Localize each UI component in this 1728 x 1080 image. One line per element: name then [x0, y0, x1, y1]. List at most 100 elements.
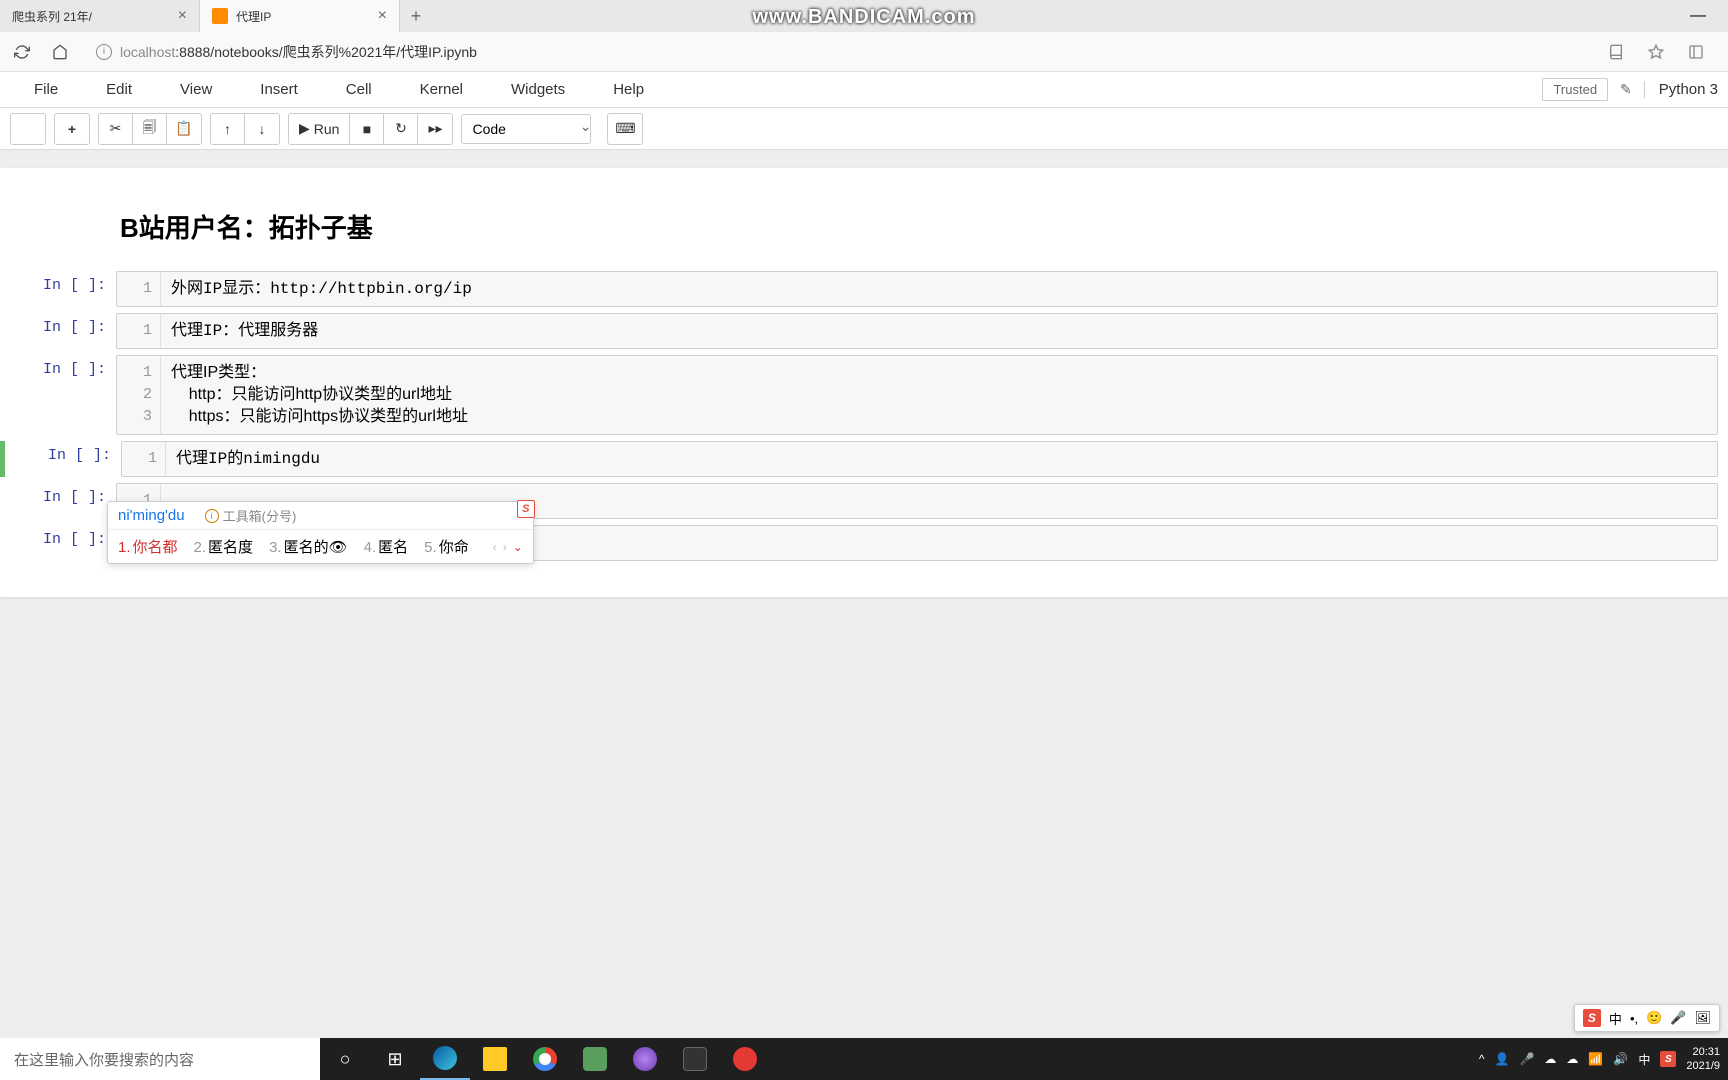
onedrive-icon[interactable]: ☁: [1566, 1052, 1578, 1066]
app-taskbar-icon[interactable]: [620, 1038, 670, 1080]
terminal-taskbar-icon[interactable]: [670, 1038, 720, 1080]
ime-lang-icon[interactable]: 中: [1638, 1051, 1650, 1068]
cell-input[interactable]: 1 外网IP显示：http://httpbin.org/ip: [116, 271, 1718, 307]
paste-button[interactable]: 📋: [167, 114, 201, 144]
code-cell[interactable]: In [ ]: 123 代理IP类型： http：只能访问http协议类型的ur…: [0, 355, 1728, 435]
code-text[interactable]: 代理IP的nimingdu: [166, 442, 1717, 476]
add-cell-button[interactable]: +: [55, 114, 89, 144]
ime-candidate-3[interactable]: 3.匿名的👁: [269, 536, 348, 557]
jupyter-menubar: File Edit View Insert Cell Kernel Widget…: [0, 72, 1728, 108]
code-cell[interactable]: In [ ]: 1 外网IP显示：http://httpbin.org/ip: [0, 271, 1728, 307]
cloud-icon[interactable]: ☁: [1544, 1052, 1556, 1066]
code-text[interactable]: 代理IP类型： http：只能访问http协议类型的url地址 https：只能…: [161, 356, 1717, 434]
ime-candidate-2[interactable]: 2.匿名度: [194, 536, 254, 557]
sogou-logo-icon: S: [517, 500, 535, 518]
taskbar-search[interactable]: 在这里输入你要搜索的内容: [0, 1038, 320, 1080]
cell-input[interactable]: 123 代理IP类型： http：只能访问http协议类型的url地址 http…: [116, 355, 1718, 435]
menu-view[interactable]: View: [156, 81, 236, 98]
browser-tab-1[interactable]: 爬虫系列 21年/ ×: [0, 0, 200, 32]
volume-icon[interactable]: 🔊: [1613, 1052, 1628, 1066]
tab-title: 代理IP: [236, 8, 271, 25]
ime-punct[interactable]: •,: [1630, 1011, 1638, 1026]
markdown-cell[interactable]: B站用户名：拓扑子基: [0, 208, 1728, 265]
chevron-left-icon: ‹: [493, 540, 497, 554]
mic-icon[interactable]: 🎤: [1519, 1052, 1534, 1066]
fast-forward-button[interactable]: ▸▸: [418, 114, 452, 144]
minimize-button[interactable]: —: [1678, 7, 1718, 25]
ime-lang[interactable]: 中: [1609, 1009, 1622, 1028]
task-view-button[interactable]: ⊞: [370, 1038, 420, 1080]
reading-mode-icon[interactable]: [1604, 40, 1628, 64]
copy-button[interactable]: 🗐: [133, 114, 167, 144]
browser-tab-2[interactable]: 代理IP ×: [200, 0, 400, 32]
menu-help[interactable]: Help: [589, 81, 668, 98]
trusted-badge[interactable]: Trusted: [1542, 78, 1608, 101]
cell-prompt: In [ ]:: [0, 355, 116, 435]
menu-edit[interactable]: Edit: [82, 81, 156, 98]
jupyter-favicon: [212, 8, 228, 24]
app-taskbar-icon[interactable]: [570, 1038, 620, 1080]
cut-button[interactable]: ✂: [99, 114, 133, 144]
restart-button[interactable]: ↻: [384, 114, 418, 144]
clock[interactable]: 20:31 2021/9: [1686, 1045, 1720, 1073]
system-tray[interactable]: ^ 👤 🎤 ☁ ☁ 📶 🔊 中 S 20:31 2021/9: [1479, 1038, 1728, 1080]
record-taskbar-icon[interactable]: [720, 1038, 770, 1080]
menu-widgets[interactable]: Widgets: [487, 81, 589, 98]
skin-icon[interactable]: 🖼: [1694, 1010, 1711, 1026]
info-icon: i: [205, 509, 219, 523]
url-input[interactable]: i localhost:8888/notebooks/爬虫系列%2021年/代理…: [86, 37, 1590, 67]
page-heading: B站用户名：拓扑子基: [120, 208, 1608, 245]
pencil-icon[interactable]: ✎: [1620, 81, 1632, 98]
cell-prompt: In [ ]:: [5, 441, 121, 477]
chevron-up-icon[interactable]: ^: [1479, 1052, 1485, 1066]
ime-candidate-1[interactable]: 1.你名都: [118, 536, 178, 557]
address-bar: i localhost:8888/notebooks/爬虫系列%2021年/代理…: [0, 32, 1728, 72]
new-tab-button[interactable]: +: [400, 0, 432, 32]
move-up-button[interactable]: ↑: [211, 114, 245, 144]
favorite-icon[interactable]: [1644, 40, 1668, 64]
menu-kernel[interactable]: Kernel: [396, 81, 487, 98]
start-button[interactable]: ○: [320, 1038, 370, 1080]
search-placeholder: 在这里输入你要搜索的内容: [14, 1049, 194, 1070]
edge-taskbar-icon[interactable]: [420, 1038, 470, 1080]
ime-candidate-5[interactable]: 5.你命: [424, 536, 469, 557]
stop-button[interactable]: ■: [350, 114, 384, 144]
bandicam-watermark: www.BANDICAM.com: [752, 6, 975, 29]
run-button[interactable]: ▶ Run: [289, 114, 350, 144]
menu-cell[interactable]: Cell: [322, 81, 396, 98]
sogou-tray-icon[interactable]: S: [1660, 1051, 1676, 1067]
chevron-right-icon: ›: [503, 540, 507, 554]
move-down-button[interactable]: ↓: [245, 114, 279, 144]
refresh-button[interactable]: [10, 40, 34, 64]
chrome-taskbar-icon[interactable]: [520, 1038, 570, 1080]
explorer-taskbar-icon[interactable]: [470, 1038, 520, 1080]
ime-candidate-4[interactable]: 4.匿名: [364, 536, 409, 557]
cell-type-select[interactable]: Code: [461, 114, 591, 144]
emoji-icon[interactable]: 🙂: [1646, 1010, 1662, 1026]
jupyter-toolbar: + ✂ 🗐 📋 ↑ ↓ ▶ Run ■ ↻ ▸▸ Code ⌨: [0, 108, 1728, 150]
wifi-icon[interactable]: 📶: [1588, 1052, 1603, 1066]
ime-pager[interactable]: ‹›⌄: [493, 540, 523, 554]
close-icon[interactable]: ×: [378, 7, 387, 25]
mic-icon[interactable]: 🎤: [1670, 1010, 1686, 1026]
ime-status-bar[interactable]: S 中 •, 🙂 🎤 🖼: [1574, 1004, 1720, 1032]
close-icon[interactable]: ×: [178, 7, 187, 25]
tab-title: 爬虫系列 21年/: [12, 8, 92, 25]
code-text[interactable]: 代理IP：代理服务器: [161, 314, 1717, 348]
cell-input[interactable]: 1 代理IP：代理服务器: [116, 313, 1718, 349]
code-cell-selected[interactable]: In [ ]: 1 代理IP的nimingdu: [0, 441, 1728, 477]
people-icon[interactable]: 👤: [1495, 1052, 1510, 1066]
code-text[interactable]: 外网IP显示：http://httpbin.org/ip: [161, 272, 1717, 306]
menu-insert[interactable]: Insert: [236, 81, 322, 98]
home-button[interactable]: [48, 40, 72, 64]
site-info-icon[interactable]: i: [96, 44, 112, 60]
save-button[interactable]: [11, 114, 45, 144]
cell-input[interactable]: 1 代理IP的nimingdu: [121, 441, 1718, 477]
code-cell[interactable]: In [ ]: 1 代理IP：代理服务器: [0, 313, 1728, 349]
cell-prompt: In [ ]:: [0, 525, 116, 561]
ime-candidate-window[interactable]: ni'ming'du i 工具箱(分号) S 1.你名都 2.匿名度 3.匿名的…: [107, 501, 534, 564]
collections-icon[interactable]: [1684, 40, 1708, 64]
command-palette-button[interactable]: ⌨: [608, 114, 642, 144]
kernel-indicator[interactable]: Python 3: [1644, 81, 1718, 98]
menu-file[interactable]: File: [10, 81, 82, 98]
